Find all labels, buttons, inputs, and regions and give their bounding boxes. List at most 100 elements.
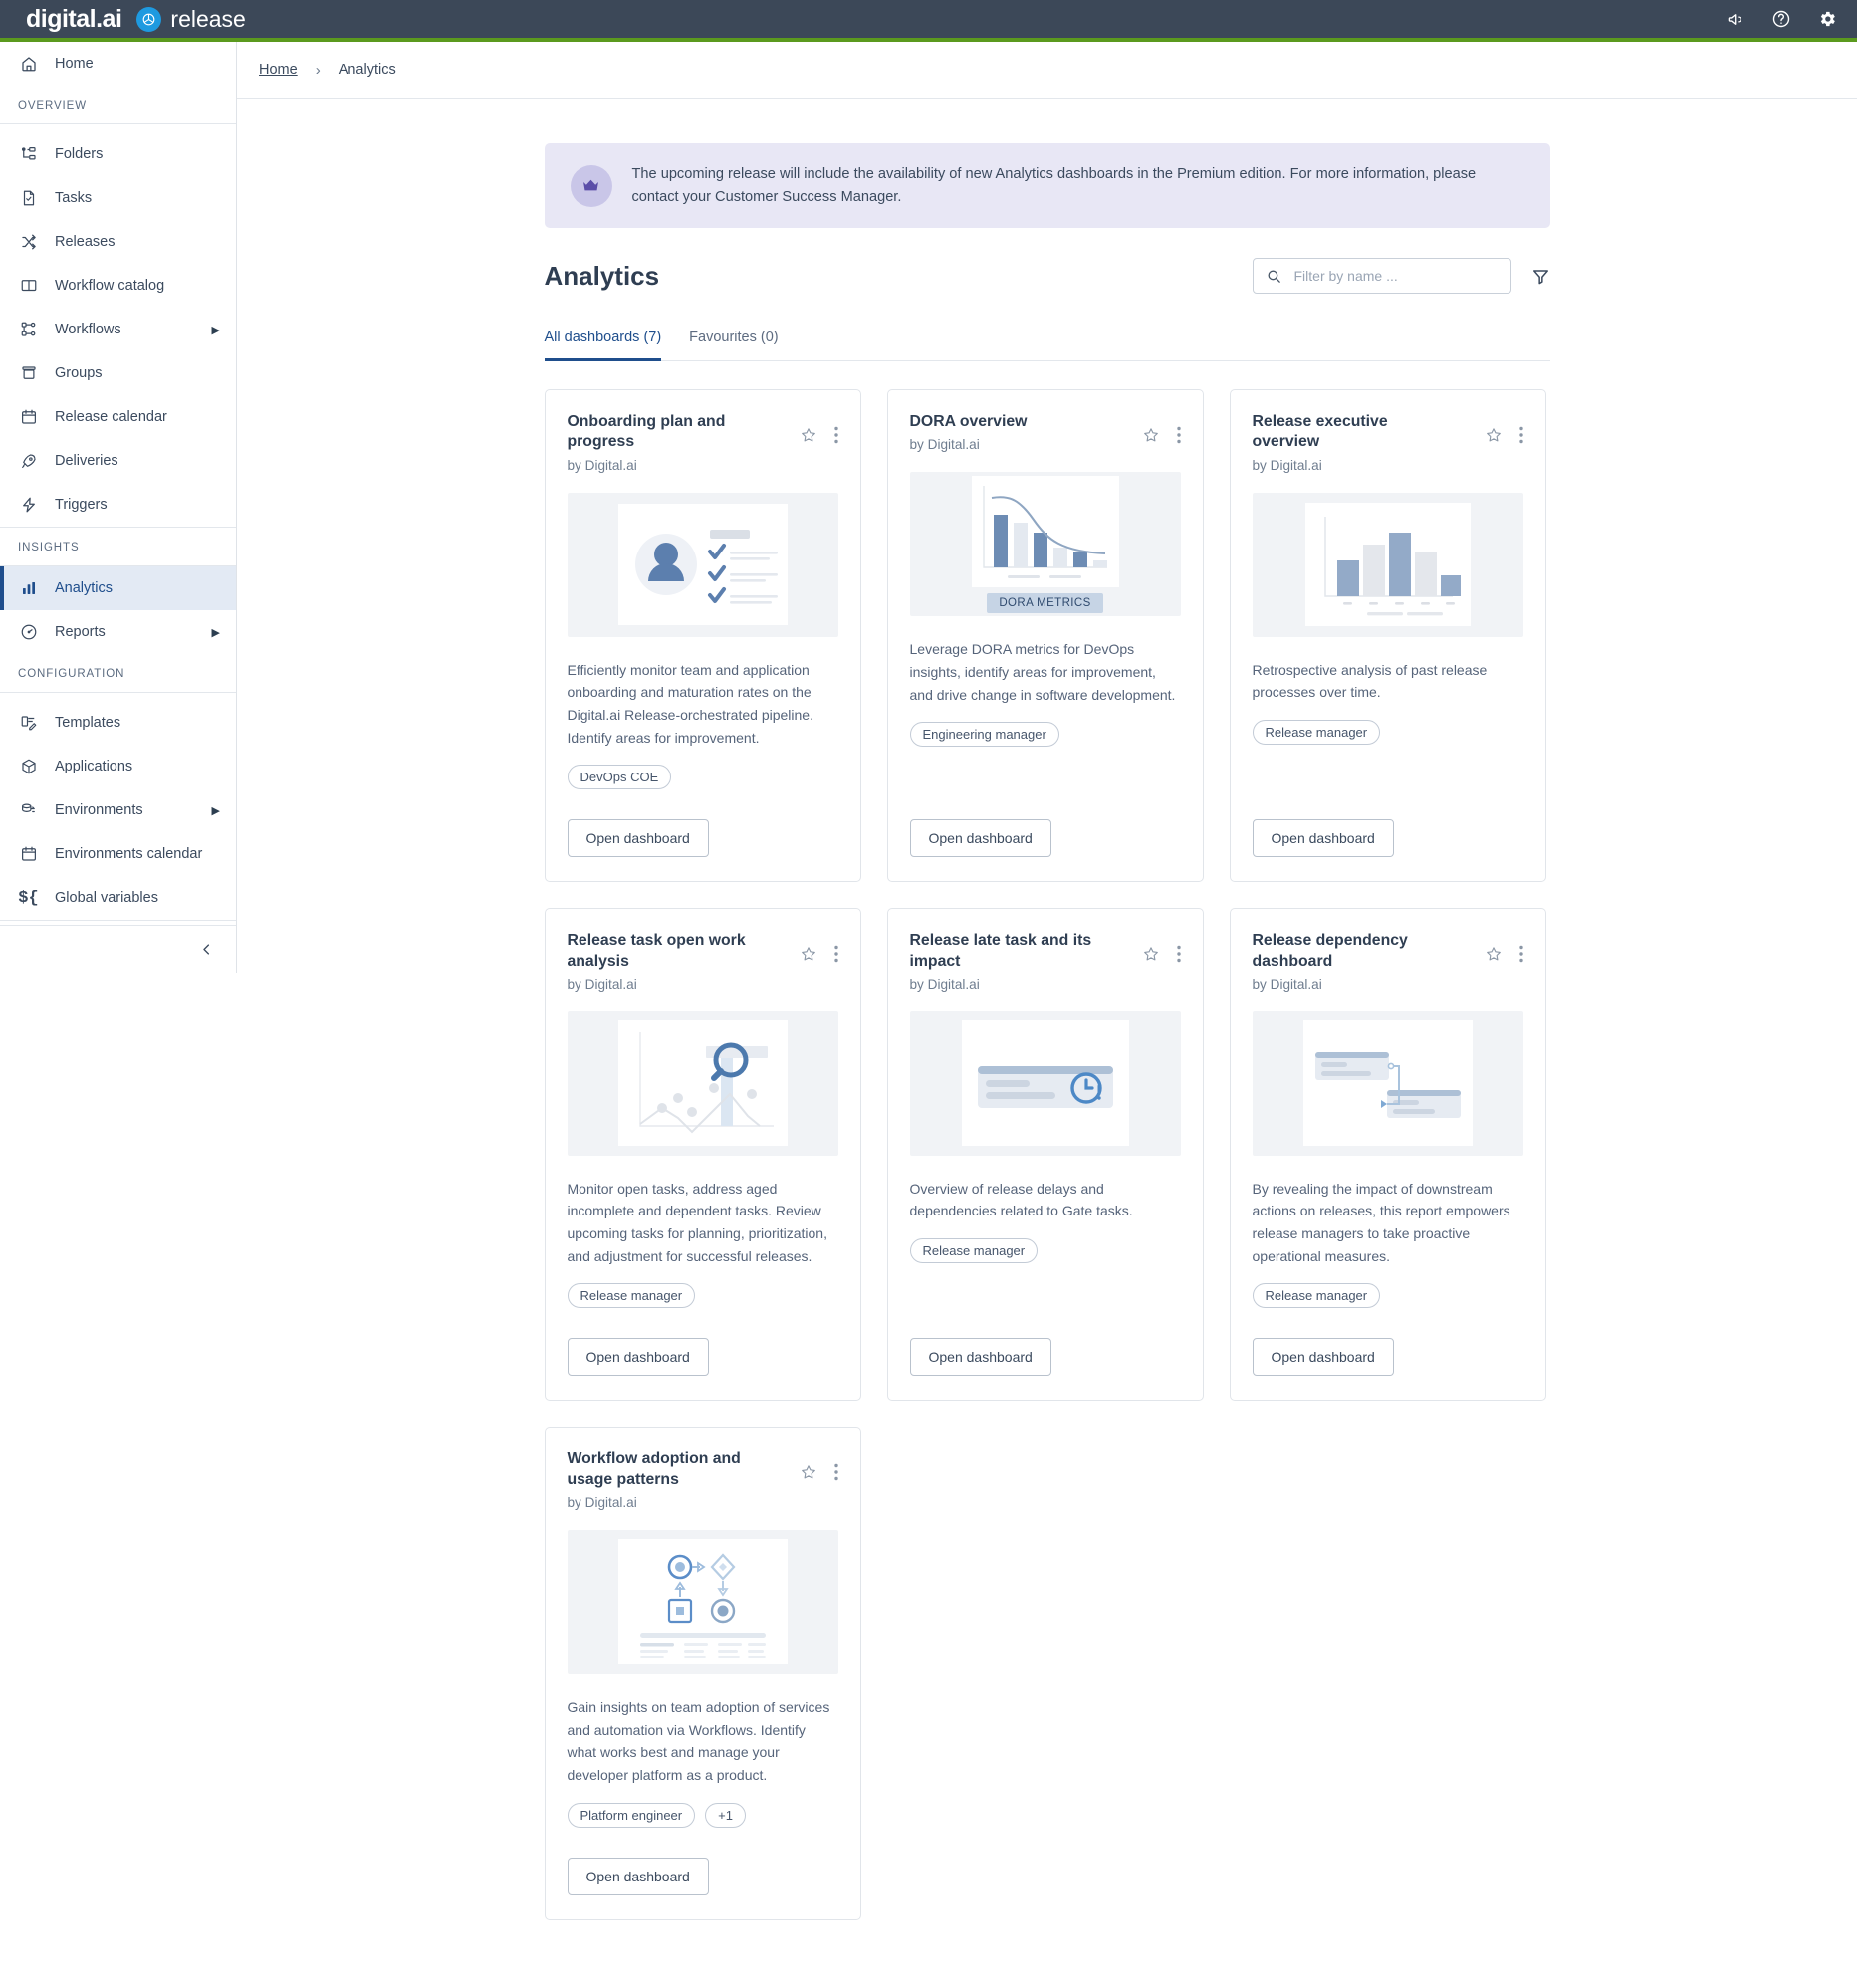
card-tag[interactable]: DevOps COE <box>567 765 672 790</box>
favourite-star-icon[interactable] <box>1142 426 1160 444</box>
sidebar-item-deliveries[interactable]: Deliveries <box>0 439 236 483</box>
tab-all-dashboards[interactable]: All dashboards (7) <box>544 320 662 362</box>
tab-favourites[interactable]: Favourites (0) <box>689 320 778 360</box>
late-task-clock-thumbnail <box>909 1010 1181 1156</box>
open-dashboard-button[interactable]: Open dashboard <box>567 1338 709 1377</box>
open-dashboard-button[interactable]: Open dashboard <box>567 819 709 858</box>
card-title: Workflow adoption and usage patterns <box>567 1450 741 1488</box>
card-author: by Digital.ai <box>909 976 980 992</box>
sidebar-group-insights: Analytics Reports ▶ <box>0 566 236 654</box>
card-description: Monitor open tasks, address aged incompl… <box>567 1180 827 1264</box>
variable-icon: ${ <box>18 888 39 908</box>
chevron-right-icon[interactable]: ▶ <box>212 324 220 336</box>
dashboard-card[interactable]: Release task open work analysis by Digit… <box>544 908 861 1402</box>
card-author: by Digital.ai <box>909 437 980 453</box>
chevron-right-icon[interactable]: ▶ <box>212 804 220 817</box>
page-header: Analytics <box>545 258 1550 295</box>
card-tag[interactable]: Release manager <box>909 1238 1039 1264</box>
card-header: Release dependency dashboard by Digital.… <box>1252 931 1523 992</box>
sidebar-item-home[interactable]: Home <box>0 42 236 86</box>
settings-gear-icon[interactable] <box>1817 9 1837 29</box>
card-title-wrapper: Workflow adoption and usage patterns by … <box>568 1449 800 1509</box>
sidebar-item-environments[interactable]: Environments ▶ <box>0 788 236 832</box>
sidebar-item-groups[interactable]: Groups <box>0 351 236 395</box>
search-input[interactable] <box>1293 268 1499 285</box>
dashboard-card[interactable]: Release late task and its impact by Digi… <box>886 908 1204 1402</box>
card-tags: Platform engineer +1 <box>567 1802 838 1828</box>
favourite-star-icon[interactable] <box>1142 945 1160 963</box>
card-tag[interactable]: Platform engineer <box>567 1802 696 1828</box>
favourite-star-icon[interactable] <box>800 1463 817 1481</box>
search-field-wrapper[interactable] <box>1252 258 1511 295</box>
sidebar-item-releases[interactable]: Releases <box>0 220 236 264</box>
release-product-mark: release <box>136 6 246 33</box>
favourite-star-icon[interactable] <box>800 426 817 444</box>
open-dashboard-button[interactable]: Open dashboard <box>1252 1338 1394 1377</box>
sidebar-item-workflow-catalog[interactable]: Workflow catalog <box>0 264 236 308</box>
card-overflow-menu-icon[interactable] <box>833 426 838 444</box>
dashboard-card[interactable]: Onboarding plan and progress by Digital.… <box>544 389 861 883</box>
card-actions <box>1485 412 1523 444</box>
folders-icon <box>18 145 39 163</box>
sidebar-item-triggers[interactable]: Triggers <box>0 483 236 527</box>
breadcrumb-current: Analytics <box>338 62 396 78</box>
open-dashboard-button[interactable]: Open dashboard <box>909 1338 1051 1377</box>
line-chart-magnifier-thumbnail <box>567 1010 838 1156</box>
sidebar-item-release-calendar[interactable]: Release calendar <box>0 395 236 439</box>
sidebar-item-global-variables[interactable]: ${ Global variables <box>0 876 236 920</box>
sidebar-label-folders: Folders <box>55 146 104 162</box>
sidebar-item-environments-calendar[interactable]: Environments calendar <box>0 832 236 876</box>
card-description: Gain insights on team adoption of servic… <box>567 1698 830 1783</box>
sidebar-label-release-calendar: Release calendar <box>55 409 167 425</box>
dashboard-card[interactable]: DORA overview by Digital.ai DORA METRICS… <box>886 389 1204 883</box>
card-overflow-menu-icon[interactable] <box>1518 945 1523 963</box>
breadcrumb-home-link[interactable]: Home <box>259 62 298 78</box>
dashboard-card[interactable]: Release executive overview by Digital.ai <box>1229 389 1546 883</box>
card-overflow-menu-icon[interactable] <box>1176 945 1181 963</box>
open-dashboard-button[interactable]: Open dashboard <box>567 1857 709 1895</box>
sidebar-item-applications[interactable]: Applications <box>0 745 236 788</box>
card-author: by Digital.ai <box>1252 457 1322 473</box>
workflow-diagram-thumbnail <box>567 1529 838 1674</box>
bar-chart-thumbnail <box>1252 492 1523 637</box>
card-overflow-menu-icon[interactable] <box>833 945 838 963</box>
dashboard-grid: Onboarding plan and progress by Digital.… <box>544 389 1550 1920</box>
sidebar-item-tasks[interactable]: Tasks <box>0 176 236 220</box>
card-overflow-menu-icon[interactable] <box>1176 426 1181 444</box>
lightning-icon <box>18 496 39 514</box>
sidebar-label-groups: Groups <box>55 365 103 381</box>
dashboard-card[interactable]: Release dependency dashboard by Digital.… <box>1229 908 1546 1402</box>
help-icon[interactable] <box>1771 9 1791 29</box>
sidebar-item-templates[interactable]: Templates <box>0 701 236 745</box>
sidebar-label-templates: Templates <box>55 715 121 731</box>
favourite-star-icon[interactable] <box>1485 945 1503 963</box>
sidebar-item-workflows[interactable]: Workflows ▶ <box>0 308 236 351</box>
open-dashboard-button[interactable]: Open dashboard <box>909 819 1051 858</box>
funnel-filter-icon[interactable] <box>1531 267 1550 286</box>
card-tag[interactable]: Release manager <box>567 1283 696 1309</box>
card-overflow-menu-icon[interactable] <box>833 1463 838 1481</box>
sidebar-item-reports[interactable]: Reports ▶ <box>0 610 236 654</box>
favourite-star-icon[interactable] <box>1485 426 1503 444</box>
card-tag[interactable]: Release manager <box>1252 720 1381 745</box>
card-tag[interactable]: Release manager <box>1252 1283 1381 1309</box>
card-description: By revealing the impact of downstream ac… <box>1252 1180 1510 1264</box>
card-title-wrapper: Onboarding plan and progress by Digital.… <box>568 412 800 472</box>
card-title: Release dependency dashboard <box>1252 932 1408 970</box>
sidebar-item-folders[interactable]: Folders <box>0 132 236 176</box>
card-tag[interactable]: Engineering manager <box>909 722 1059 748</box>
sidebar-group-insights-title: INSIGHTS <box>0 528 236 566</box>
favourite-star-icon[interactable] <box>800 945 817 963</box>
sidebar-item-analytics[interactable]: Analytics <box>0 566 236 610</box>
card-tag-overflow-count[interactable]: +1 <box>705 1802 746 1828</box>
release-circle-icon <box>136 6 162 32</box>
sidebar-collapse-button[interactable] <box>0 925 236 973</box>
card-overflow-menu-icon[interactable] <box>1518 426 1523 444</box>
brand-logo[interactable]: digital.ai release <box>26 5 246 34</box>
card-description: Retrospective analysis of past release p… <box>1252 661 1488 701</box>
card-actions <box>1485 931 1523 963</box>
megaphone-icon[interactable] <box>1727 10 1745 29</box>
chevron-right-icon[interactable]: ▶ <box>212 626 220 639</box>
open-dashboard-button[interactable]: Open dashboard <box>1252 819 1394 858</box>
dashboard-card[interactable]: Workflow adoption and usage patterns by … <box>544 1427 861 1920</box>
